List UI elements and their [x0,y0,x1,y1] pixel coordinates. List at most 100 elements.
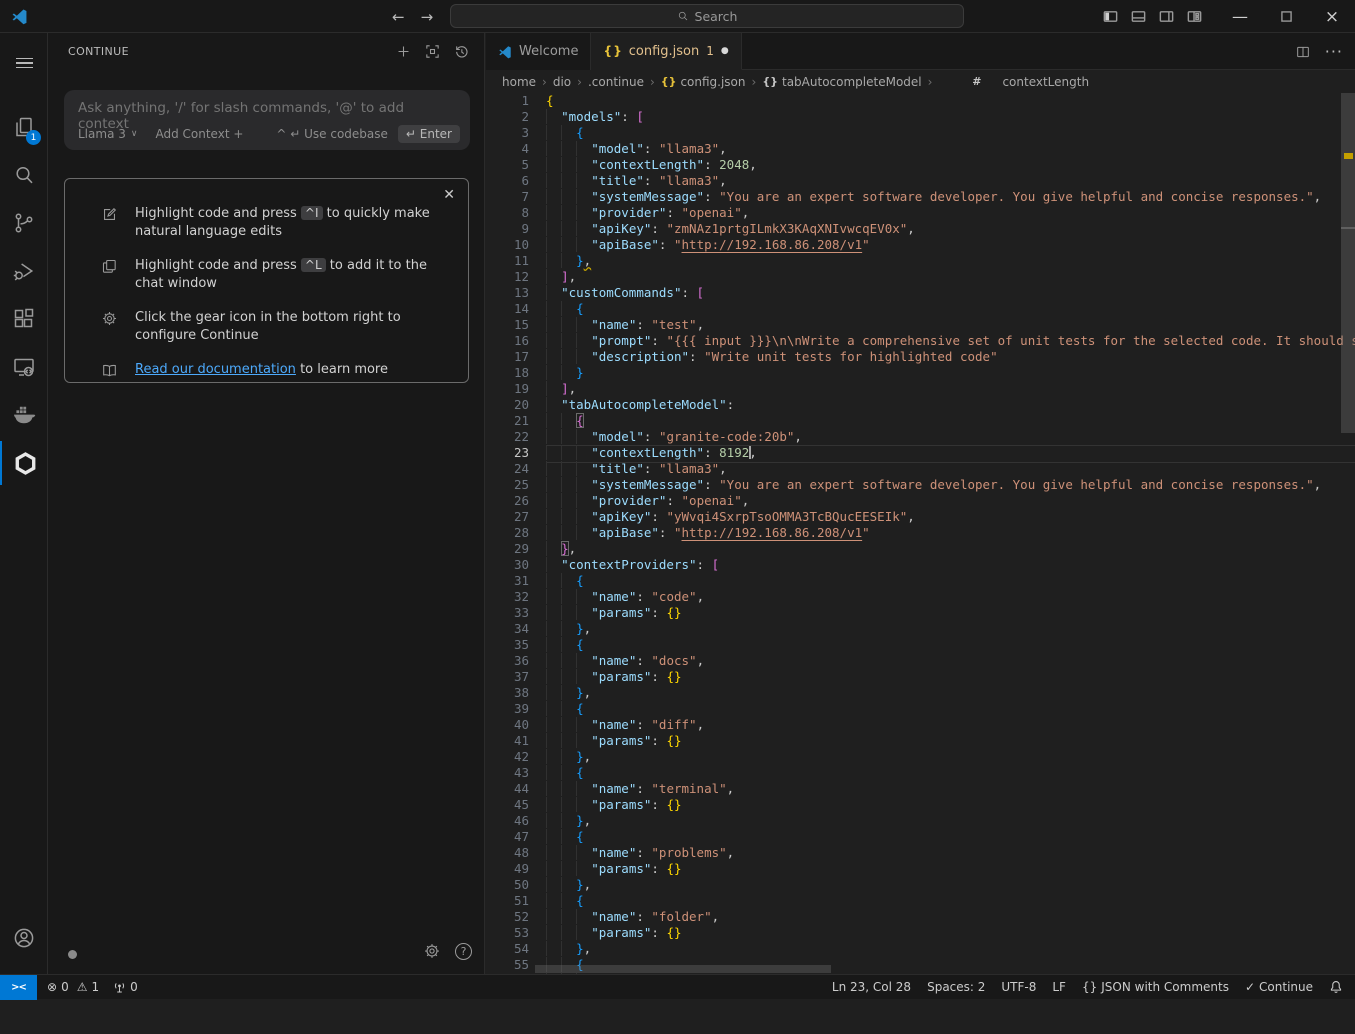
line-number[interactable]: 13 [486,285,529,301]
line-number[interactable]: 45 [486,797,529,813]
line-number[interactable]: 46 [486,813,529,829]
model-selector[interactable]: Llama 3∨ [78,127,137,141]
line-number[interactable]: 51 [486,893,529,909]
code-line[interactable]: 27 "apiKey": "yWvqi4SxrpTsoOMMA3TcBQucEE… [486,509,1355,525]
code-line[interactable]: 10 "apiBase": "http://192.168.86.208/v1" [486,237,1355,253]
code-line[interactable]: 36 "name": "docs", [486,653,1355,669]
line-number[interactable]: 53 [486,925,529,941]
sidebar-item-docker[interactable] [0,392,48,436]
code-line[interactable]: 37 "params": {} [486,669,1355,685]
minimize-button[interactable]: — [1217,0,1263,33]
tab-welcome[interactable]: Welcome [486,33,591,70]
line-number[interactable]: 31 [486,573,529,589]
nav-forward-button[interactable]: → [421,8,434,26]
line-number[interactable]: 12 [486,269,529,285]
code-line[interactable]: 43 { [486,765,1355,781]
sidebar-item-extensions[interactable] [0,297,48,341]
code-line[interactable]: 50 }, [486,877,1355,893]
command-search-box[interactable]: Search [450,4,964,28]
line-number[interactable]: 28 [486,525,529,541]
line-number[interactable]: 49 [486,861,529,877]
code-line[interactable]: 49 "params": {} [486,861,1355,877]
toggle-secondary-sidebar-icon[interactable] [1158,8,1175,25]
code-line[interactable]: 39 { [486,701,1355,717]
line-number[interactable]: 43 [486,765,529,781]
customize-layout-icon[interactable] [1186,8,1203,25]
code-line[interactable]: 45 "params": {} [486,797,1355,813]
code-line[interactable]: 26 "provider": "openai", [486,493,1355,509]
ports-status[interactable]: 0 [113,980,138,994]
code-line[interactable]: 23 "contextLength": 8192, [486,445,1355,461]
code-line[interactable]: 25 "systemMessage": "You are an expert s… [486,477,1355,493]
line-number[interactable]: 6 [486,173,529,189]
line-number[interactable]: 41 [486,733,529,749]
eol-status[interactable]: LF [1052,980,1066,994]
configure-gear-button[interactable] [423,942,441,960]
toggle-panel-icon[interactable] [1130,8,1147,25]
code-line[interactable]: 52 "name": "folder", [486,909,1355,925]
line-number[interactable]: 19 [486,381,529,397]
chat-input[interactable]: Ask anything, '/' for slash commands, '@… [64,90,470,150]
code-line[interactable]: 48 "name": "problems", [486,845,1355,861]
code-line[interactable]: 7 "systemMessage": "You are an expert so… [486,189,1355,205]
close-icon[interactable]: ✕ [443,187,455,203]
line-number[interactable]: 17 [486,349,529,365]
line-number[interactable]: 32 [486,589,529,605]
line-number[interactable]: 20 [486,397,529,413]
line-number[interactable]: 23 [486,445,529,461]
line-number[interactable]: 40 [486,717,529,733]
read-documentation-link[interactable]: Read our documentation [135,362,296,377]
language-mode-status[interactable]: {} JSON with Comments [1082,980,1229,994]
problems-status[interactable]: ⊗0 ⚠1 [47,980,99,994]
line-number[interactable]: 25 [486,477,529,493]
sidebar-item-explorer[interactable]: 1 [0,105,48,149]
line-number[interactable]: 8 [486,205,529,221]
line-number[interactable]: 37 [486,669,529,685]
enter-button[interactable]: ↵ Enter [398,125,460,143]
line-number[interactable]: 36 [486,653,529,669]
code-line[interactable]: 28 "apiBase": "http://192.168.86.208/v1" [486,525,1355,541]
code-line[interactable]: 24 "title": "llama3", [486,461,1355,477]
line-number[interactable]: 35 [486,637,529,653]
breadcrumb-item[interactable]: home [502,75,536,89]
code-line[interactable]: 30 "contextProviders": [ [486,557,1355,573]
notifications-bell-button[interactable] [1329,980,1343,994]
sidebar-item-source-control[interactable] [0,201,48,245]
maximize-button[interactable] [1263,0,1309,33]
code-line[interactable]: 8 "provider": "openai", [486,205,1355,221]
line-number[interactable]: 3 [486,125,529,141]
code-line[interactable]: 3 { [486,125,1355,141]
new-session-button[interactable] [395,43,412,60]
help-button[interactable]: ? [455,943,472,960]
breadcrumb-item[interactable]: {}config.json [661,75,746,89]
breadcrumb-item[interactable]: .continue [588,75,644,89]
line-number[interactable]: 48 [486,845,529,861]
code-line[interactable]: 12 ], [486,269,1355,285]
breadcrumb-item[interactable]: dio [553,75,571,89]
line-number[interactable]: 52 [486,909,529,925]
code-line[interactable]: 15 "name": "test", [486,317,1355,333]
line-number[interactable]: 26 [486,493,529,509]
breadcrumb-item[interactable]: {}tabAutocompleteModel [762,75,921,89]
code-line[interactable]: 14 { [486,301,1355,317]
code-line[interactable]: 32 "name": "code", [486,589,1355,605]
sidebar-item-remote-explorer[interactable] [0,345,48,389]
line-number[interactable]: 47 [486,829,529,845]
code-line[interactable]: 18 } [486,365,1355,381]
close-window-button[interactable]: × [1309,0,1355,33]
line-number[interactable]: 42 [486,749,529,765]
code-line[interactable]: 19 ], [486,381,1355,397]
code-line[interactable]: 11 }, [486,253,1355,269]
line-number[interactable]: 9 [486,221,529,237]
code-line[interactable]: 2 "models": [ [486,109,1355,125]
code-editor[interactable]: 1{2 "models": [3 {4 "model": "llama3",5 … [486,93,1355,974]
code-line[interactable]: 20 "tabAutocompleteModel": [486,397,1355,413]
line-number[interactable]: 18 [486,365,529,381]
code-line[interactable]: 41 "params": {} [486,733,1355,749]
line-number[interactable]: 22 [486,429,529,445]
encoding-status[interactable]: UTF-8 [1001,980,1036,994]
line-number[interactable]: 4 [486,141,529,157]
code-line[interactable]: 17 "description": "Write unit tests for … [486,349,1355,365]
code-line[interactable]: 22 "model": "granite-code:20b", [486,429,1355,445]
code-line[interactable]: 13 "customCommands": [ [486,285,1355,301]
